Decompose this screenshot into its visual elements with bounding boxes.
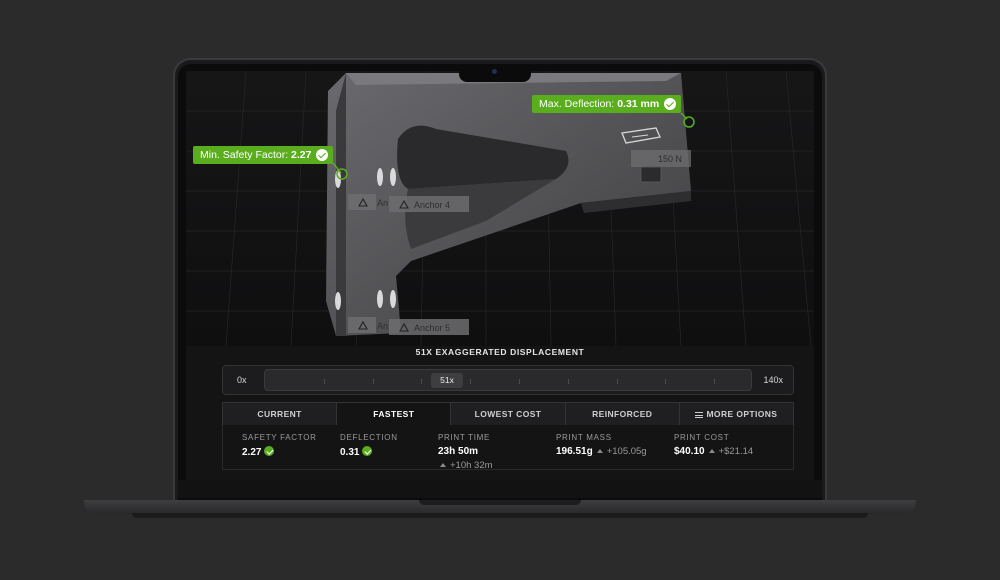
slider-tick (519, 379, 520, 384)
stat-value: $40.10 (674, 446, 705, 457)
anchor-4-label: Anchor 4 (414, 200, 450, 210)
tab-current[interactable]: CURRENT (223, 403, 338, 425)
stat-delta: +105.05g (606, 446, 647, 457)
anchor-5-partial-label: An (377, 321, 388, 331)
camera-icon (492, 69, 497, 74)
deflection-callout-label: Max. Deflection: (539, 98, 615, 110)
safety-callout-label: Min. Safety Factor: (200, 149, 289, 161)
stats-panel: SAFETY FACTOR 2.27 DEFLECTION 0.31 PRINT… (222, 425, 794, 471)
laptop-feet (132, 513, 868, 518)
arrow-up-icon (708, 449, 715, 453)
load-label: 150 N (658, 154, 682, 164)
min-safety-factor-callout: Min. Safety Factor: 2.27 (193, 146, 334, 164)
anchor-5-label: Anchor 5 (414, 323, 450, 333)
stat-label: SAFETY FACTOR (242, 433, 317, 442)
stat-safety-factor: SAFETY FACTOR 2.27 (242, 433, 317, 458)
laptop-chin (178, 480, 822, 498)
stat-value: 2.27 (242, 447, 262, 458)
check-circle-icon (264, 446, 275, 456)
slider-tick (470, 379, 471, 384)
stat-delta: +$21.14 (718, 446, 754, 457)
more-options-label: MORE OPTIONS (706, 409, 778, 419)
product-photo-stage: An Anchor 4 An Anchor 5 150 N Min. Safet… (0, 0, 1000, 580)
model-viewport[interactable]: An Anchor 4 An Anchor 5 150 N Min. Safet… (186, 71, 814, 346)
slider-tick (421, 379, 422, 384)
slider-track[interactable]: 51x (264, 369, 752, 391)
slider-tick (665, 379, 666, 384)
stat-label: DEFLECTION (340, 433, 398, 442)
arrow-up-icon (596, 449, 603, 453)
displacement-title: 51X EXAGGERATED DISPLACEMENT (415, 347, 585, 357)
stat-label: PRINT TIME (438, 433, 491, 442)
slider-tick (568, 379, 569, 384)
tab-fastest[interactable]: FASTEST (337, 403, 452, 425)
slider-max-label: 140x (763, 375, 783, 385)
stat-value: 23h 50m (438, 446, 479, 457)
arrow-up-icon (440, 463, 446, 467)
deflection-callout-value: 0.31 mm (617, 98, 660, 110)
slider-min-label: 0x (237, 375, 247, 385)
stat-print-time: PRINT TIME 23h 50m +10h 32m (438, 433, 493, 471)
slider-tick (714, 379, 715, 384)
slider-thumb[interactable]: 51x (431, 373, 463, 388)
tab-lowest-cost[interactable]: LOWEST COST (451, 403, 566, 425)
stat-label: PRINT COST (674, 433, 730, 442)
tab-reinforced[interactable]: REINFORCED (566, 403, 680, 425)
displacement-slider[interactable]: 0x 51x 140x (222, 365, 794, 395)
app-screen: An Anchor 4 An Anchor 5 150 N Min. Safet… (186, 71, 814, 480)
check-circle-icon (664, 98, 677, 110)
check-circle-icon (362, 446, 373, 456)
option-tabs: CURRENT FASTEST LOWEST COST REINFORCED M… (222, 402, 794, 425)
max-deflection-callout: Max. Deflection: 0.31 mm (532, 95, 682, 113)
anchor-4-partial-label: An (377, 198, 388, 208)
stat-print-mass: PRINT MASS 196.51g +105.05g (556, 433, 647, 457)
stat-value: 0.31 (340, 447, 360, 458)
slider-tick (373, 379, 374, 384)
slider-tick (617, 379, 618, 384)
stat-value: 196.51g (556, 446, 593, 457)
stat-deflection: DEFLECTION 0.31 (340, 433, 398, 458)
safety-callout-value: 2.27 (291, 149, 312, 161)
stat-delta: +10h 32m (450, 460, 493, 471)
check-circle-icon (316, 149, 329, 161)
menu-icon (695, 412, 704, 418)
stat-print-cost: PRINT COST $40.10 +$21.14 (674, 433, 753, 457)
stat-label: PRINT MASS (556, 433, 612, 442)
tab-more-options[interactable]: MORE OPTIONS (680, 403, 793, 425)
laptop-opening-notch (419, 500, 581, 505)
slider-tick (324, 379, 325, 384)
